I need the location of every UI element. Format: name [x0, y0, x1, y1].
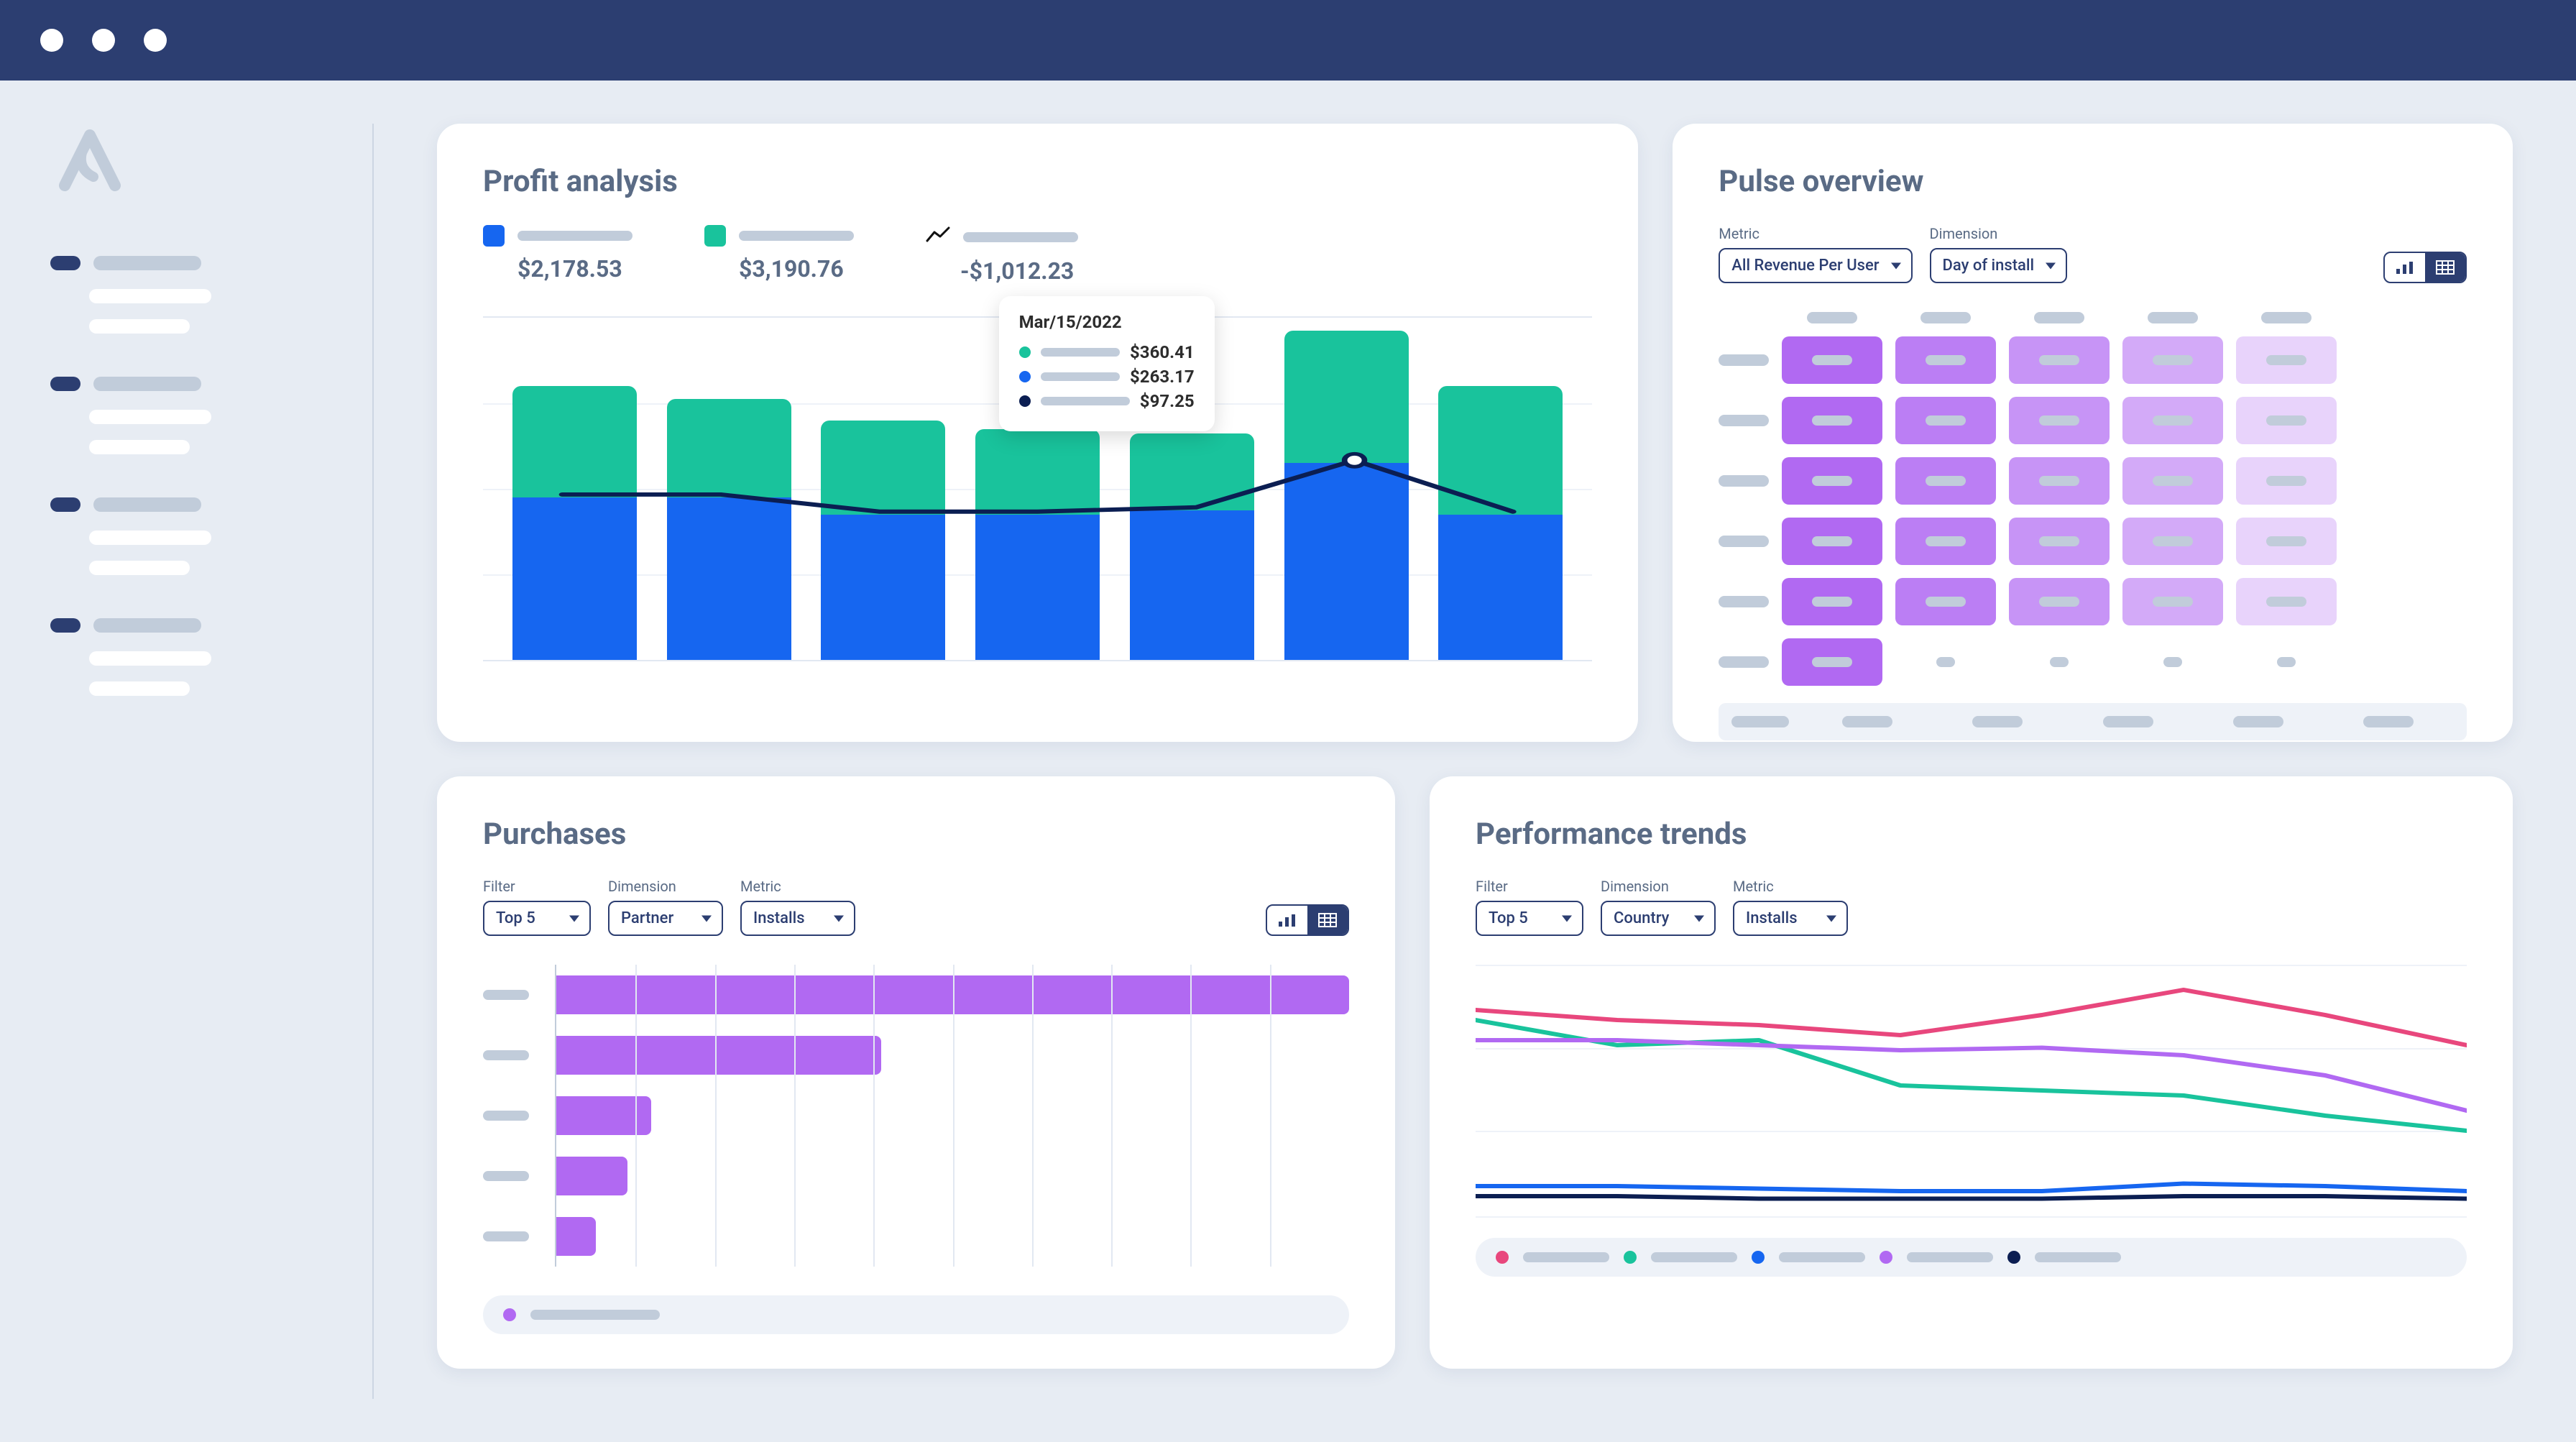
toggle-chart-view[interactable] [1267, 906, 1307, 934]
card-title: Purchases [483, 817, 1349, 852]
nav-item[interactable] [89, 651, 345, 666]
select-metric[interactable]: All Revenue Per User [1719, 248, 1912, 283]
nav-group-header[interactable] [50, 256, 345, 270]
legend-value: $3,190.76 [704, 255, 854, 283]
dashboard-grid: Profit analysis $2,178.53 $3,190.76 [374, 81, 2576, 1442]
legend-item-green: $3,190.76 [704, 225, 854, 283]
nav-item[interactable] [89, 410, 345, 424]
card-title: Pulse overview [1719, 164, 2467, 199]
profit-chart[interactable]: Mar/15/2022 $360.41$263.17$97.25 [483, 316, 1592, 661]
nav-group-header[interactable] [50, 618, 345, 633]
field-label: Dimension [1930, 225, 2068, 242]
select-dimension[interactable]: Country [1601, 901, 1716, 936]
toggle-chart-view[interactable] [2385, 253, 2425, 282]
select-metric[interactable]: Installs [740, 901, 855, 936]
field-label: Dimension [1601, 878, 1716, 895]
legend-label [518, 231, 632, 241]
sidebar [0, 81, 374, 1442]
toggle-table-view[interactable] [2425, 253, 2465, 282]
nav-item[interactable] [89, 319, 345, 334]
field-label: Metric [740, 878, 855, 895]
legend-item-net: -$1,012.23 [926, 225, 1078, 285]
field-label: Dimension [608, 878, 723, 895]
card-pulse-overview: Pulse overview Metric All Revenue Per Us… [1673, 124, 2513, 742]
purchases-chart[interactable] [483, 965, 1349, 1267]
field-label: Filter [1476, 878, 1583, 895]
nav-group-label [93, 256, 201, 270]
purchases-controls: Filter Top 5 Dimension Partner Metric In… [483, 878, 1349, 936]
app-logo [50, 124, 345, 198]
nav-bullet-icon [50, 377, 80, 391]
nav-item[interactable] [89, 561, 345, 575]
field-dimension: Dimension Country [1601, 878, 1716, 936]
field-metric: Metric Installs [740, 878, 855, 936]
card-title: Profit analysis [483, 164, 1592, 199]
field-metric: Metric Installs [1733, 878, 1848, 936]
performance-chart[interactable] [1476, 965, 2467, 1216]
tooltip-date: Mar/15/2022 [1019, 312, 1195, 332]
legend-swatch-green [704, 225, 726, 247]
profit-legend: $2,178.53 $3,190.76 [483, 225, 1592, 285]
toggle-table-view[interactable] [1307, 906, 1348, 934]
card-title: Performance trends [1476, 817, 2467, 852]
legend-value: $2,178.53 [483, 255, 632, 283]
field-label: Metric [1733, 878, 1848, 895]
traffic-light-close[interactable] [40, 29, 63, 52]
nav-group-3 [50, 497, 345, 575]
select-dimension[interactable]: Day of install [1930, 248, 2068, 283]
trend-icon [926, 225, 950, 249]
field-dimension: Dimension Partner [608, 878, 723, 936]
nav-bullet-icon [50, 256, 80, 270]
nav-group-label [93, 618, 201, 633]
view-toggle [2383, 252, 2467, 283]
select-filter[interactable]: Top 5 [483, 901, 591, 936]
nav-bullet-icon [50, 497, 80, 512]
purchases-footer [483, 1295, 1349, 1334]
view-toggle [1266, 904, 1349, 936]
card-performance-trends: Performance trends Filter Top 5 Dimensio… [1430, 776, 2513, 1369]
pulse-heatmap[interactable] [1719, 312, 2467, 686]
nav-group-label [93, 497, 201, 512]
nav-bullet-icon [50, 618, 80, 633]
select-dimension[interactable]: Partner [608, 901, 723, 936]
traffic-light-minimize[interactable] [92, 29, 115, 52]
performance-legend [1476, 1238, 2467, 1277]
nav-group-4 [50, 618, 345, 696]
nav-item[interactable] [89, 681, 345, 696]
field-label: Filter [483, 878, 591, 895]
nav-group-header[interactable] [50, 377, 345, 391]
nav-group-header[interactable] [50, 497, 345, 512]
nav-item[interactable] [89, 440, 345, 454]
traffic-light-zoom[interactable] [144, 29, 167, 52]
nav-item[interactable] [89, 531, 345, 545]
select-metric[interactable]: Installs [1733, 901, 1848, 936]
field-label: Metric [1719, 225, 1912, 242]
chart-tooltip: Mar/15/2022 $360.41$263.17$97.25 [999, 296, 1215, 431]
field-metric: Metric All Revenue Per User [1719, 225, 1912, 283]
select-filter[interactable]: Top 5 [1476, 901, 1583, 936]
nav-group-2 [50, 377, 345, 454]
card-purchases: Purchases Filter Top 5 Dimension Partner… [437, 776, 1395, 1369]
card-profit-analysis: Profit analysis $2,178.53 $3,190.76 [437, 124, 1638, 742]
nav-item[interactable] [89, 289, 345, 303]
field-filter: Filter Top 5 [1476, 878, 1583, 936]
heatmap-footer [1719, 703, 2467, 740]
legend-value: -$1,012.23 [926, 257, 1078, 285]
window-titlebar [0, 0, 2576, 81]
nav-group-label [93, 377, 201, 391]
field-filter: Filter Top 5 [483, 878, 591, 936]
pulse-controls: Metric All Revenue Per User Dimension Da… [1719, 225, 2467, 283]
legend-label [739, 231, 854, 241]
legend-swatch-blue [483, 225, 505, 247]
field-dimension: Dimension Day of install [1930, 225, 2068, 283]
nav-group-1 [50, 256, 345, 334]
perf-controls: Filter Top 5 Dimension Country Metric In… [1476, 878, 2467, 936]
legend-item-blue: $2,178.53 [483, 225, 632, 283]
legend-label [963, 232, 1078, 242]
